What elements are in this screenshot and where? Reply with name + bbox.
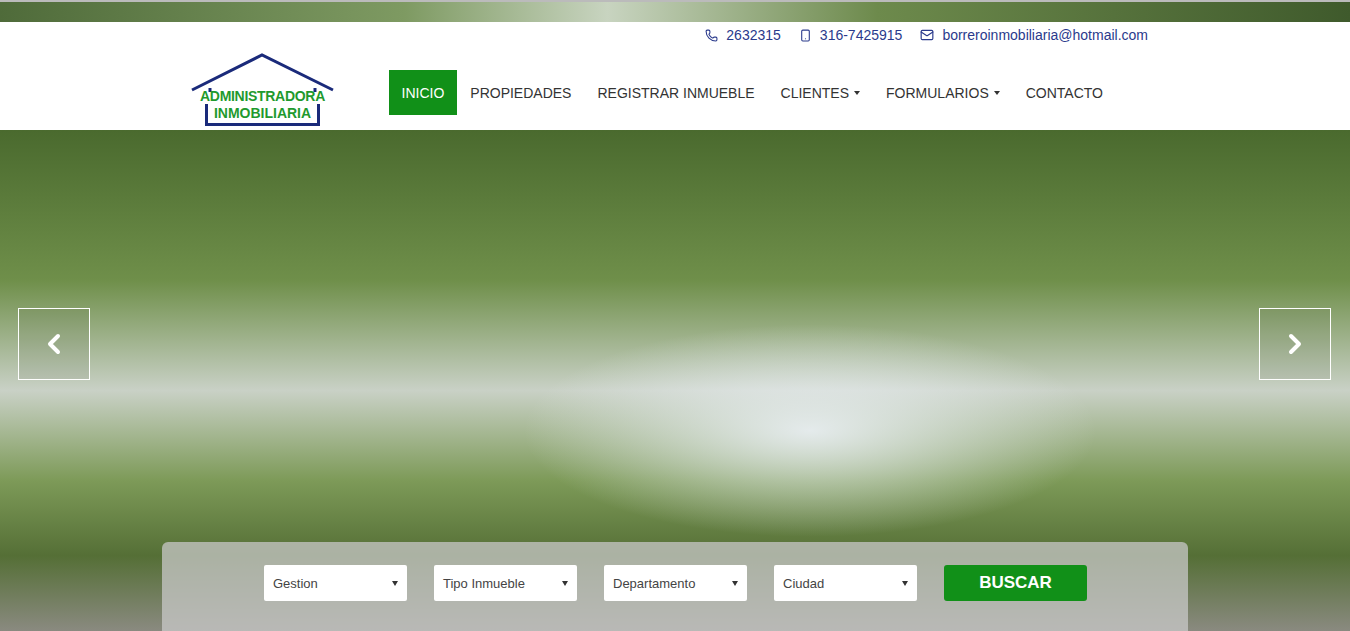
- main-nav: INICIOPROPIEDADESREGISTRAR INMUEBLECLIEN…: [389, 70, 1116, 115]
- search-select[interactable]: Gestion: [264, 565, 407, 601]
- search-select[interactable]: Tipo Inmueble: [434, 565, 577, 601]
- mobile-icon: [799, 29, 812, 42]
- carousel-prev[interactable]: [18, 308, 90, 380]
- caret-icon: [854, 91, 860, 95]
- logo[interactable]: ADMINISTRADORAINMOBILIARIA: [190, 52, 335, 130]
- contact-mobile[interactable]: 316-7425915: [799, 27, 903, 43]
- dropdown-arrow-icon: [902, 581, 908, 586]
- background-photo-strip: [0, 0, 1350, 22]
- dropdown-arrow-icon: [562, 581, 568, 586]
- header: 2632315 316-7425915 borreroinmobiliaria@ho…: [0, 22, 1350, 130]
- caret-icon: [994, 91, 1000, 95]
- nav-item[interactable]: CONTACTO: [1013, 70, 1116, 115]
- contact-phone[interactable]: 2632315: [705, 27, 781, 43]
- search-button[interactable]: BUSCAR: [944, 565, 1087, 601]
- search-select[interactable]: Departamento: [604, 565, 747, 601]
- contact-email[interactable]: borreroinmobiliaria@hotmail.com: [920, 27, 1148, 43]
- nav-row: ADMINISTRADORAINMOBILIARIA INICIOPROPIEDA…: [190, 48, 1160, 130]
- contact-bar: 2632315 316-7425915 borreroinmobiliaria@ho…: [190, 22, 1160, 48]
- dropdown-arrow-icon: [732, 581, 738, 586]
- logo-line2: INMOBILIARIA: [205, 104, 320, 126]
- roof-icon: [190, 52, 335, 92]
- logo-line1: ADMINISTRADORA: [200, 88, 325, 104]
- hero-photo: Gestion Tipo Inmueble Departamento Ciudad BU…: [0, 130, 1350, 631]
- nav-item[interactable]: REGISTRAR INMUEBLE: [584, 70, 767, 115]
- carousel-next[interactable]: [1259, 308, 1331, 380]
- header-container: 2632315 316-7425915 borreroinmobiliaria@ho…: [190, 22, 1160, 130]
- page: 2632315 316-7425915 borreroinmobiliaria@ho…: [0, 0, 1350, 631]
- nav-item[interactable]: FORMULARIOS: [873, 70, 1013, 115]
- phone-icon: [705, 29, 718, 42]
- nav-item[interactable]: PROPIEDADES: [457, 70, 584, 115]
- chevron-right-icon: [1279, 328, 1311, 360]
- nav-item[interactable]: INICIO: [389, 70, 458, 115]
- dropdown-arrow-icon: [392, 581, 398, 586]
- mail-icon: [920, 28, 934, 42]
- chevron-left-icon: [38, 328, 70, 360]
- nav-item[interactable]: CLIENTES: [768, 70, 873, 115]
- search-select[interactable]: Ciudad: [774, 565, 917, 601]
- search-panel: Gestion Tipo Inmueble Departamento Ciudad BU…: [162, 542, 1188, 631]
